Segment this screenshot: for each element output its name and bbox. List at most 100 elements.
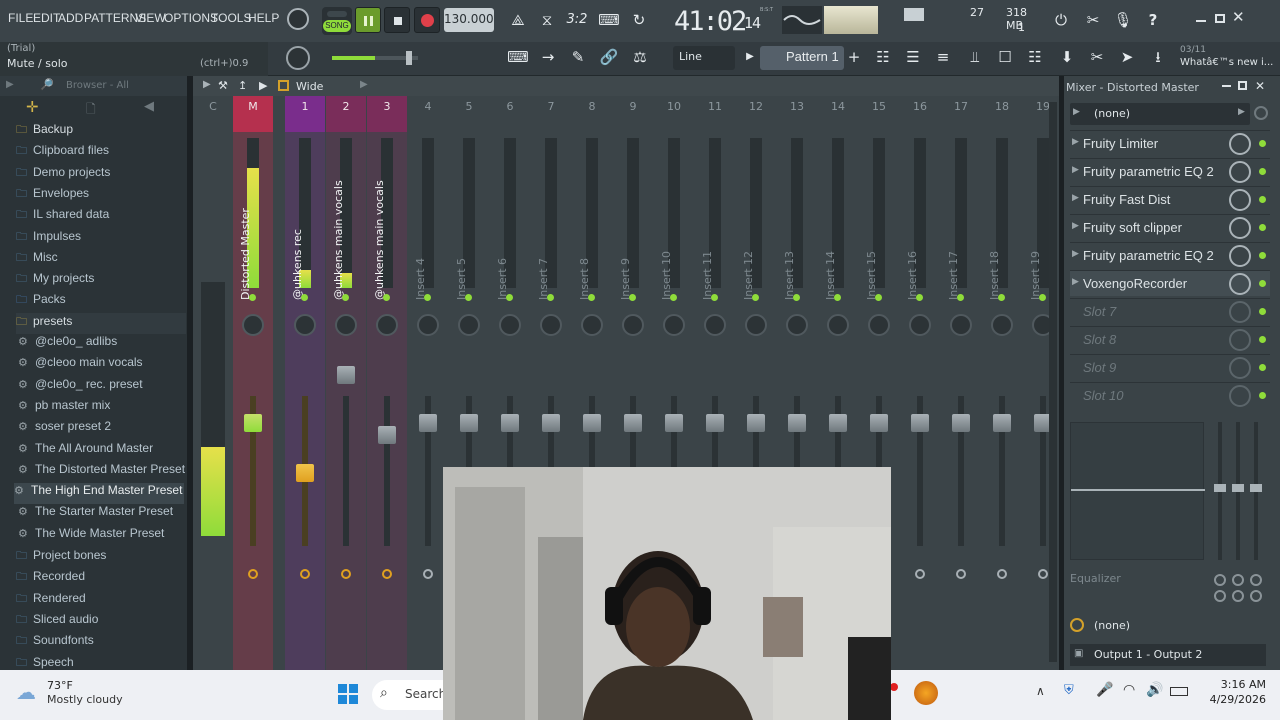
master-volume-knob[interactable] <box>287 8 309 30</box>
mute-led[interactable] <box>875 294 882 301</box>
fader-handle[interactable] <box>747 414 765 432</box>
mute-led[interactable] <box>249 294 256 301</box>
pan-knob[interactable] <box>581 314 603 336</box>
effect-slot[interactable]: ▶ VoxengoRecorder <box>1070 270 1270 296</box>
master-pitch-slider[interactable] <box>332 51 418 65</box>
output-none-row[interactable]: (none) <box>1070 616 1266 638</box>
fader-handle[interactable] <box>665 414 683 432</box>
effect-slot[interactable]: Slot 7 <box>1070 298 1270 324</box>
browser-item[interactable]: ⚙ The All Around Master <box>18 441 153 462</box>
pan-knob[interactable] <box>786 314 808 336</box>
fader-handle[interactable] <box>501 414 519 432</box>
oscilloscope[interactable] <box>782 6 822 34</box>
stamp-icon[interactable]: ⚖ <box>627 42 653 72</box>
slot-enable-led[interactable] <box>1259 252 1266 259</box>
mute-led[interactable] <box>383 294 390 301</box>
mute-led[interactable] <box>670 294 677 301</box>
minimize-icon[interactable] <box>1196 20 1206 22</box>
volume-fader[interactable] <box>384 396 390 546</box>
fader-handle[interactable] <box>337 366 355 384</box>
clock[interactable]: 3:16 AM 4/29/2026 <box>1196 678 1266 712</box>
browser-item[interactable]: 🗀 Envelopes <box>16 185 89 206</box>
pitch-knob[interactable] <box>286 46 310 70</box>
fader-handle[interactable] <box>788 414 806 432</box>
slot-enable-led[interactable] <box>1259 224 1266 231</box>
pan-knob[interactable] <box>868 314 890 336</box>
browser-item[interactable]: 🗀 Misc <box>16 249 58 270</box>
fader-handle[interactable] <box>419 414 437 432</box>
pan-knob[interactable] <box>950 314 972 336</box>
pan-knob[interactable] <box>458 314 480 336</box>
eq-knob[interactable] <box>1250 574 1262 586</box>
mixer-insert-strip[interactable]: 2 @uhkens main vocals <box>326 96 366 670</box>
weather-widget[interactable]: ☁ 73°F Mostly cloudy <box>16 678 166 712</box>
piano-roll-icon[interactable]: ≡ <box>931 42 955 72</box>
mute-led[interactable] <box>1039 294 1046 301</box>
fader-handle[interactable] <box>244 414 262 432</box>
slot-mix-knob[interactable] <box>1229 273 1251 295</box>
browser-item[interactable]: 🗀 Impulses <box>16 228 81 249</box>
tempo-display[interactable]: 130.000 <box>444 8 494 32</box>
slot-expand-icon[interactable]: ▶ <box>1072 277 1079 287</box>
plugin-database-icon[interactable]: ⬇ <box>1055 42 1079 72</box>
speaker-icon[interactable]: ◀ <box>144 99 154 114</box>
browser-item[interactable]: 🗀 Recorded <box>16 568 85 589</box>
close-icon[interactable]: ✕ <box>1232 8 1246 26</box>
route-send-icon[interactable] <box>997 569 1007 579</box>
eq-band-low[interactable] <box>1214 422 1226 560</box>
mixer-play-icon[interactable]: ▶ <box>259 79 267 92</box>
slot-mix-knob[interactable] <box>1229 301 1251 323</box>
slot-mix-knob[interactable] <box>1229 217 1251 239</box>
pan-knob[interactable] <box>704 314 726 336</box>
mute-led[interactable] <box>629 294 636 301</box>
eq-band-mid[interactable] <box>1232 422 1244 560</box>
slot-mix-knob[interactable] <box>1229 357 1251 379</box>
draw-tool-icon[interactable]: ✎ <box>565 42 591 72</box>
eq-band-sliders[interactable] <box>1214 422 1262 560</box>
menu-edit[interactable]: EDIT <box>33 11 60 25</box>
fader-handle[interactable] <box>296 464 314 482</box>
mixer-icon[interactable]: ⫫ <box>963 42 987 72</box>
browser-item[interactable]: ⚙ The Starter Master Preset <box>18 504 173 525</box>
effect-slot[interactable]: ▶ Fruity parametric EQ 2 <box>1070 158 1270 184</box>
fader-handle[interactable] <box>829 414 847 432</box>
slot-mix-knob[interactable] <box>1229 329 1251 351</box>
browser-arrow-icon[interactable]: ▶ <box>6 79 14 90</box>
browser-item[interactable]: ⚙ The High End Master Preset <box>14 483 184 505</box>
link-icon[interactable]: 🔗 <box>596 42 622 72</box>
browser-item[interactable]: 🗀 Demo projects <box>16 164 110 185</box>
mute-led[interactable] <box>834 294 841 301</box>
eq-knob[interactable] <box>1250 590 1262 602</box>
tools-icon[interactable]: ✂ <box>1080 5 1106 35</box>
mute-led[interactable] <box>916 294 923 301</box>
browser-item[interactable]: 🗀 Backup <box>16 121 73 142</box>
countdown-icon[interactable]: 3:2 <box>564 5 590 35</box>
file-icon[interactable]: 🗋 <box>86 100 96 121</box>
browser-icon[interactable]: ☷ <box>1023 42 1047 72</box>
browser-item[interactable]: 🗀 Clipboard files <box>16 142 109 163</box>
volume-fader[interactable] <box>343 396 349 546</box>
loop-record-icon[interactable]: ↻ <box>626 5 652 35</box>
eq-graph[interactable] <box>1070 422 1205 560</box>
pan-knob[interactable] <box>745 314 767 336</box>
start-button[interactable] <box>337 683 359 705</box>
slot-expand-icon[interactable]: ▶ <box>1072 249 1079 259</box>
song-mode-toggle[interactable]: SONG <box>322 7 352 35</box>
browser-item[interactable]: 🗀 Sliced audio <box>16 611 98 632</box>
mixer-insert-strip[interactable]: 18 Insert 18 <box>982 96 1022 670</box>
route-send-icon[interactable] <box>423 569 433 579</box>
mixer-view-label[interactable]: Wide <box>296 80 323 93</box>
pan-knob[interactable] <box>242 314 264 336</box>
fader-handle[interactable] <box>911 414 929 432</box>
input-selector[interactable]: ▶ (none) ▶ <box>1070 103 1250 125</box>
fader-handle[interactable] <box>460 414 478 432</box>
fader-handle[interactable] <box>583 414 601 432</box>
effect-slot[interactable]: ▶ Fruity soft clipper <box>1070 214 1270 240</box>
browser-item[interactable]: 🗀 My projects <box>16 270 94 291</box>
effect-slot[interactable]: Slot 8 <box>1070 326 1270 352</box>
mixer-insert-strip[interactable]: 17 Insert 17 <box>941 96 981 670</box>
slot-enable-led[interactable] <box>1259 140 1266 147</box>
mute-led[interactable] <box>752 294 759 301</box>
pan-knob[interactable] <box>540 314 562 336</box>
slot-expand-icon[interactable]: ▶ <box>1072 165 1079 175</box>
